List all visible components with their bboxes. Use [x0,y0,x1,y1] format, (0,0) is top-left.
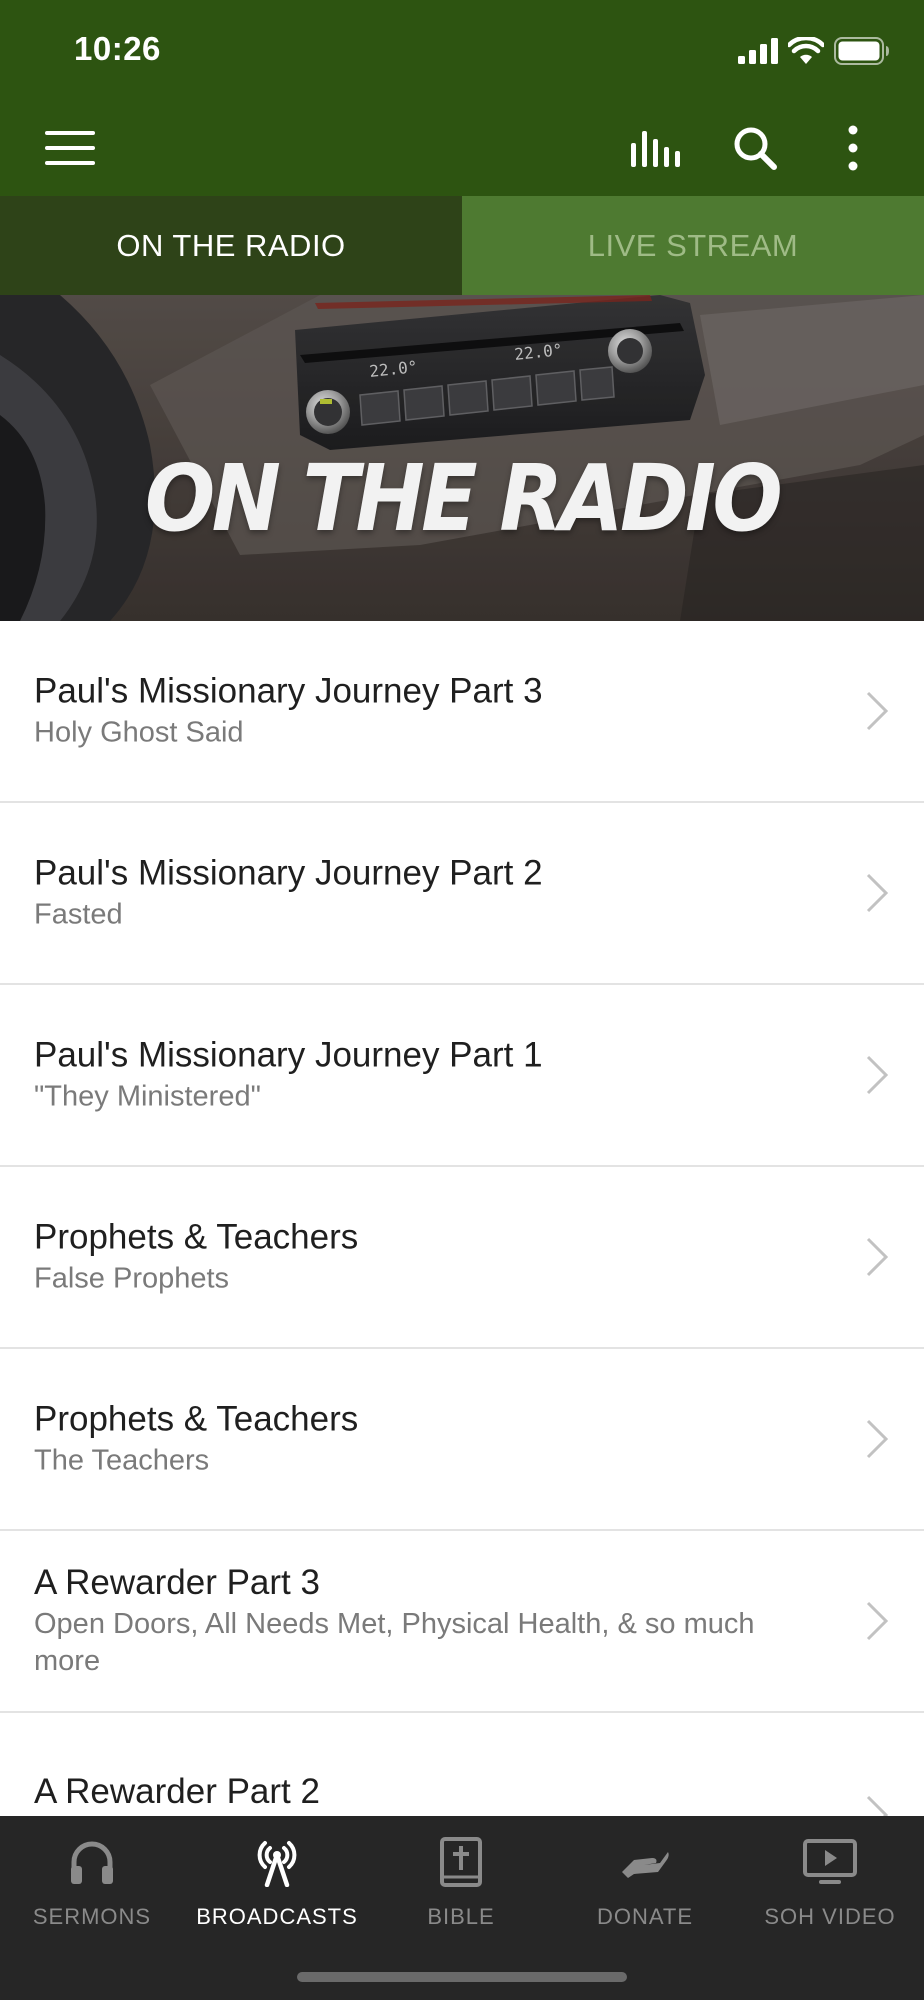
item-subtitle: Fasted [34,898,123,931]
tab-live-stream-label: LIVE STREAM [587,227,799,263]
list-item[interactable]: Prophets & Teachers The Teachers [0,1349,924,1531]
app-bar [0,100,924,196]
item-subtitle: Open Doors, All Needs Met, Physical Heal… [34,1608,755,1677]
status-bar: 10:26 [0,0,924,100]
nav-sermons[interactable]: SERMONS [0,1816,184,1946]
home-indicator[interactable] [297,1972,627,1982]
more-options-button[interactable] [828,114,878,182]
chevron-right-icon [866,1055,888,1095]
signal-icon [738,38,778,64]
video-play-icon [803,1834,857,1890]
broadcast-list: Paul's Missionary Journey Part 3 Holy Gh… [0,621,924,1895]
item-subtitle: False Prophets [34,1262,230,1295]
broadcast-antenna-icon [251,1834,303,1890]
nav-soh-video-label: SOH VIDEO [764,1904,896,1929]
status-time: 10:26 [74,30,161,67]
nav-donate[interactable]: DONATE [553,1816,737,1946]
item-subtitle: "They Ministered" [34,1080,261,1113]
nav-broadcasts-label: BROADCASTS [196,1904,358,1929]
status-icons [738,36,890,66]
search-button[interactable] [718,114,792,182]
chevron-right-icon [866,1237,888,1277]
list-item[interactable]: Paul's Missionary Journey Part 3 Holy Gh… [0,621,924,803]
hero-title: ON THE RADIO [144,445,783,552]
audio-levels-button[interactable] [620,116,694,180]
item-subtitle: The Teachers [34,1444,210,1477]
bible-icon [440,1834,482,1890]
wifi-icon [788,37,824,64]
nav-sermons-label: SERMONS [32,1904,152,1929]
list-item[interactable]: A Rewarder Part 3 Open Doors, All Needs … [0,1531,924,1713]
search-icon [734,127,777,170]
tab-on-the-radio[interactable]: ON THE RADIO [0,196,462,295]
chevron-right-icon [866,1419,888,1459]
chevron-right-icon [866,873,888,913]
item-subtitle: Holy Ghost Said [34,716,244,749]
list-item[interactable]: Paul's Missionary Journey Part 2 Fasted [0,803,924,985]
audio-levels-icon [631,131,680,167]
item-title: Prophets & Teachers [34,1217,359,1257]
tab-on-the-radio-label: ON THE RADIO [116,227,346,263]
item-title: A Rewarder Part 3 [34,1563,320,1602]
nav-broadcasts[interactable]: BROADCASTS [185,1816,369,1946]
nav-bible[interactable]: BIBLE [369,1816,553,1946]
nav-soh-video[interactable]: SOH VIDEO [738,1816,922,1946]
headphones-icon [68,1834,116,1890]
donate-hand-icon [620,1834,670,1890]
nav-donate-label: DONATE [596,1904,694,1929]
nav-bible-label: BIBLE [427,1904,495,1929]
chevron-right-icon [866,691,888,731]
hero-banner: 22.0° 22.0° ON THE RADIO [0,295,924,621]
chevron-right-icon [866,1601,888,1641]
item-title: Prophets & Teachers [34,1399,359,1439]
hamburger-menu-icon [45,131,95,165]
item-title: Paul's Missionary Journey Part 1 [34,1035,543,1075]
item-title: Paul's Missionary Journey Part 3 [34,671,543,711]
list-item[interactable]: Paul's Missionary Journey Part 1 "They M… [0,985,924,1167]
tab-bar: ON THE RADIO LIVE STREAM [0,196,924,295]
list-item[interactable]: Prophets & Teachers False Prophets [0,1167,924,1349]
item-title: A Rewarder Part 2 [34,1772,320,1811]
item-title: Paul's Missionary Journey Part 2 [34,853,543,893]
tab-live-stream[interactable]: LIVE STREAM [462,196,924,295]
more-vertical-icon [848,125,858,171]
battery-icon [834,37,889,65]
menu-button[interactable] [30,120,110,176]
